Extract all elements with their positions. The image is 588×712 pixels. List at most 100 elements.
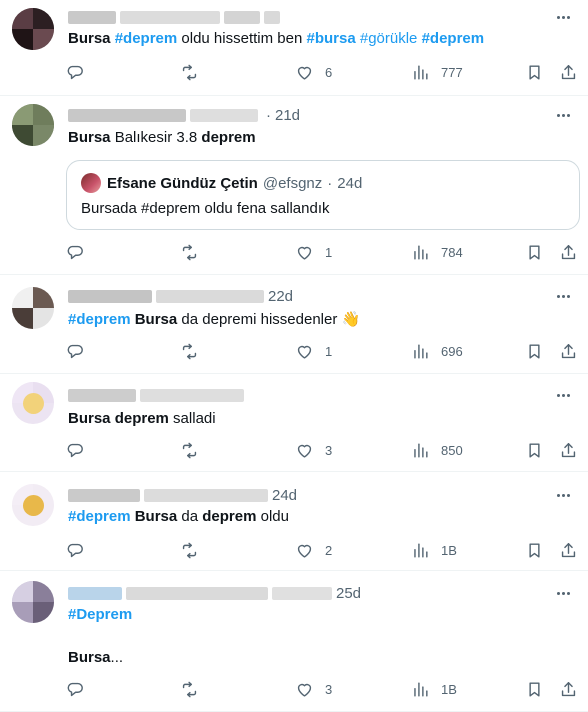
retweet-icon <box>182 442 197 458</box>
views-button[interactable]: 1B <box>411 539 457 561</box>
quoted-tweet-header: Efsane Gündüz Çetin @efsgnz · 24d <box>81 173 362 193</box>
share-button[interactable] <box>559 340 578 362</box>
hashtag-link[interactable]: #Deprem <box>68 606 132 623</box>
blurred-handle[interactable] <box>140 388 244 402</box>
bookmark-button[interactable] <box>525 678 544 700</box>
tweet-time[interactable]: 25d <box>336 585 361 602</box>
retweet-button[interactable] <box>180 539 199 561</box>
hashtag-link[interactable]: #deprem <box>115 30 178 47</box>
tweet[interactable]: Bursa #deprem oldu hissettim ben #bursa … <box>0 0 588 96</box>
tweet[interactable]: Bursa deprem salladi 3 850 <box>0 374 588 472</box>
more-options-icon[interactable] <box>552 8 574 26</box>
views-count: 1B <box>441 681 457 697</box>
share-button[interactable] <box>559 241 578 263</box>
tweet[interactable]: 22d #deprem Bursa da depremi hissedenler… <box>0 275 588 374</box>
tweet[interactable]: 25d #Deprem Bursa... 3 1B <box>0 571 588 712</box>
tweet-time[interactable]: 21d <box>275 107 300 124</box>
like-button[interactable]: 1 <box>295 241 332 263</box>
blurred-display-name[interactable] <box>68 10 116 24</box>
blurred-handle[interactable] <box>156 289 264 303</box>
retweet-button[interactable] <box>180 439 199 461</box>
views-button[interactable]: 777 <box>411 61 463 83</box>
blurred-display-name[interactable] <box>68 289 152 303</box>
share-button[interactable] <box>559 61 578 83</box>
avatar[interactable] <box>12 8 54 50</box>
text-segment: Bursa <box>68 30 111 47</box>
retweet-button[interactable] <box>180 340 199 362</box>
blurred-handle[interactable] <box>190 108 258 122</box>
hashtag-link[interactable]: #deprem <box>68 311 131 328</box>
avatar[interactable] <box>12 382 54 424</box>
avatar[interactable] <box>12 581 54 623</box>
tweet-actions: 1 784 <box>62 241 584 263</box>
blurred-handle[interactable] <box>144 488 268 502</box>
views-button[interactable]: 784 <box>411 241 463 263</box>
more-options-icon[interactable] <box>552 584 574 602</box>
tweet-time[interactable]: 22d <box>268 288 293 305</box>
retweet-button[interactable] <box>180 61 199 83</box>
hashtag-link[interactable]: #deprem <box>422 30 485 47</box>
bookmark-button[interactable] <box>525 61 544 83</box>
views-icon <box>414 343 428 359</box>
quoted-tweet[interactable]: Efsane Gündüz Çetin @efsgnz · 24d Bursad… <box>66 160 580 230</box>
tweet-time[interactable]: 24d <box>272 487 297 504</box>
reply-icon <box>67 443 83 457</box>
like-button[interactable]: 1 <box>295 340 332 362</box>
hashtag-link[interactable]: #bursa <box>306 30 355 47</box>
blurred-handle[interactable] <box>126 586 268 600</box>
text-segment: Bursa <box>134 508 178 525</box>
avatar[interactable] <box>12 484 54 526</box>
reply-button[interactable] <box>66 539 85 561</box>
tweet-text: #deprem Bursa da deprem oldu <box>68 507 289 527</box>
bookmark-button[interactable] <box>525 241 544 263</box>
views-count: 850 <box>441 442 463 458</box>
views-button[interactable]: 696 <box>411 340 463 362</box>
share-button[interactable] <box>559 539 578 561</box>
retweet-icon <box>182 64 197 80</box>
blurred-handle[interactable] <box>120 10 220 24</box>
tweet-header: 24d <box>68 486 297 504</box>
blurred-display-name[interactable] <box>68 488 140 502</box>
tweet[interactable]: · 21d Bursa Balıkesir 3.8 deprem Efsane … <box>0 96 588 275</box>
more-options-icon[interactable] <box>552 386 574 404</box>
like-button[interactable]: 3 <box>295 439 332 461</box>
quoted-time: 24d <box>337 174 363 192</box>
bookmark-button[interactable] <box>525 340 544 362</box>
blurred-display-name[interactable] <box>68 388 136 402</box>
avatar[interactable] <box>12 104 54 146</box>
like-icon <box>297 66 312 80</box>
bookmark-icon <box>529 681 540 697</box>
more-options-icon[interactable] <box>552 106 574 124</box>
reply-button[interactable] <box>66 241 85 263</box>
like-button[interactable]: 3 <box>295 678 332 700</box>
retweet-button[interactable] <box>180 678 199 700</box>
share-icon <box>561 681 576 696</box>
blurred-timestamp <box>264 10 280 24</box>
share-button[interactable] <box>559 439 578 461</box>
blurred-display-name[interactable] <box>68 586 122 600</box>
more-options-icon[interactable] <box>552 486 574 504</box>
reply-button[interactable] <box>66 340 85 362</box>
views-button[interactable]: 850 <box>411 439 463 461</box>
share-button[interactable] <box>559 678 578 700</box>
more-options-icon[interactable] <box>552 287 574 305</box>
hashtag-link[interactable]: #deprem <box>68 508 131 525</box>
avatar[interactable] <box>12 287 54 329</box>
like-button[interactable]: 2 <box>295 539 332 561</box>
bookmark-button[interactable] <box>525 539 544 561</box>
reply-button[interactable] <box>66 439 85 461</box>
text-segment: salladi <box>168 410 216 427</box>
like-button[interactable]: 6 <box>295 61 332 83</box>
tweet-text: Bursa deprem salladi <box>68 409 216 429</box>
reply-button[interactable] <box>66 61 85 83</box>
reply-button[interactable] <box>66 678 85 700</box>
hashtag-link[interactable]: #görükle <box>360 30 418 47</box>
retweet-button[interactable] <box>180 241 199 263</box>
blurred-display-name[interactable] <box>68 108 186 122</box>
quoted-handle: @efsgnz <box>262 174 323 192</box>
like-icon <box>297 345 312 359</box>
like-icon <box>297 683 312 697</box>
tweet[interactable]: 24d #deprem Bursa da deprem oldu 2 1B <box>0 472 588 571</box>
bookmark-button[interactable] <box>525 439 544 461</box>
views-button[interactable]: 1B <box>411 678 457 700</box>
